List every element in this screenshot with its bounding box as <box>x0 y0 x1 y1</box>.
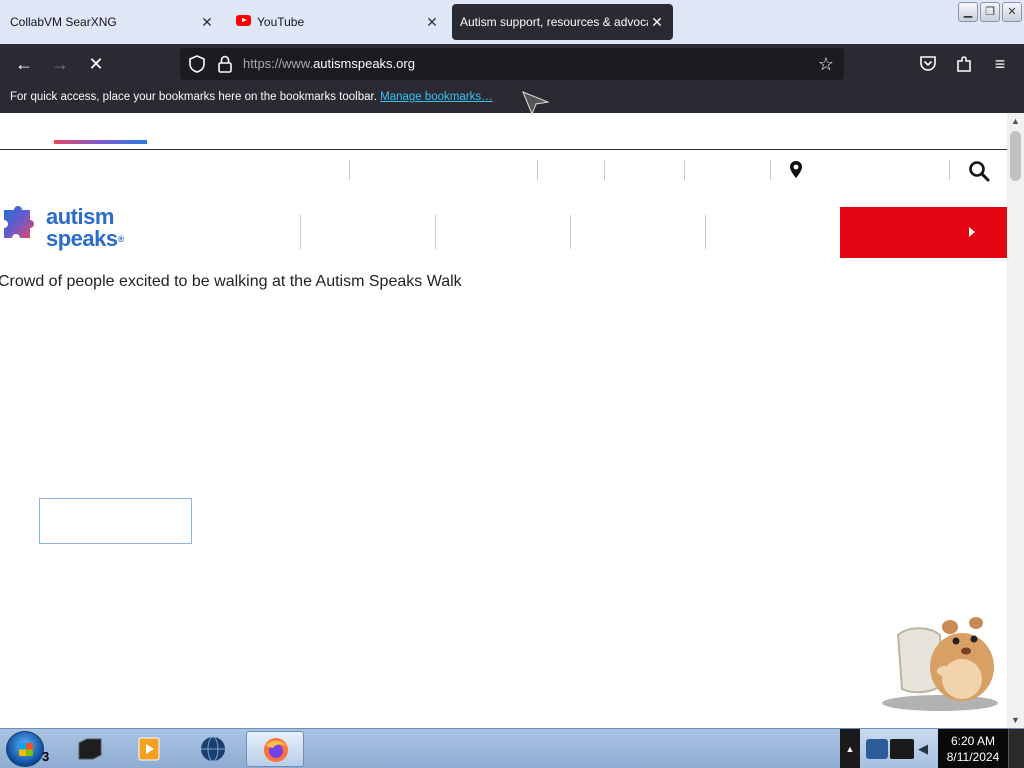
menu-hamburger-icon[interactable]: ≡ <box>988 52 1012 76</box>
header-divider <box>0 149 1007 150</box>
utility-nav-separator <box>537 160 538 180</box>
show-hidden-icons-button[interactable]: ▲ <box>840 729 860 768</box>
utility-nav-separator <box>604 160 605 180</box>
close-icon[interactable]: ✕ <box>424 14 440 30</box>
logo-word-speaks: speaks® <box>46 228 124 250</box>
bookmarks-hint-text: For quick access, place your bookmarks h… <box>10 91 377 103</box>
search-icon[interactable] <box>968 160 990 182</box>
network-tray-icon[interactable] <box>866 739 888 759</box>
scroll-up-icon[interactable]: ▲ <box>1007 113 1024 129</box>
utility-nav-separator <box>770 160 771 180</box>
clock-date: 8/11/2024 <box>946 750 1000 764</box>
restore-icon[interactable]: ❐ <box>980 2 1000 22</box>
youtube-icon <box>236 15 251 26</box>
tab-title: YouTube <box>257 15 305 29</box>
shield-icon[interactable] <box>188 54 206 74</box>
window-controls: ▁ ❐ ✕ <box>958 2 1022 22</box>
clock-time: 6:20 AM <box>950 734 996 748</box>
minimize-icon[interactable]: ▁ <box>958 2 978 22</box>
start-button[interactable] <box>6 731 44 767</box>
forward-arrow-icon[interactable]: → <box>48 52 72 76</box>
volume-icon[interactable]: ◀ <box>918 741 930 757</box>
back-arrow-icon[interactable]: ← <box>12 52 36 76</box>
monitor-tray-icon[interactable] <box>890 739 914 759</box>
main-nav-separator <box>435 215 436 249</box>
hamster-mascot-icon <box>882 617 998 711</box>
close-icon[interactable]: ✕ <box>649 14 665 30</box>
globe-icon <box>201 736 225 762</box>
bookmark-star-icon[interactable]: ☆ <box>816 54 836 74</box>
show-desktop-button[interactable] <box>1008 729 1024 768</box>
stop-loading-icon[interactable]: ✕ <box>84 52 108 76</box>
firefox-icon <box>264 738 288 762</box>
pocket-icon[interactable] <box>918 55 938 73</box>
tab-strip: CollabVM SearXNG ✕ YouTube ✕ Autism supp… <box>0 0 1024 44</box>
extensions-icon[interactable] <box>955 55 973 73</box>
donate-button[interactable] <box>840 207 1007 258</box>
autism-speaks-logo[interactable]: autism speaks® <box>0 200 130 250</box>
taskbar-app-network[interactable] <box>184 731 242 767</box>
logo-word-autism: autism <box>46 204 114 229</box>
taskbar-app-firefox[interactable] <box>246 731 304 767</box>
main-nav-separator <box>705 215 706 249</box>
media-player-icon <box>138 737 160 761</box>
hero-image-alt-text: Crowd of people excited to be walking at… <box>0 273 462 290</box>
main-nav-separator <box>570 215 571 249</box>
close-icon[interactable]: ✕ <box>199 14 215 30</box>
address-bar[interactable]: https://www.autismspeaks.org ☆ <box>180 48 844 80</box>
taskbar-app-terminal[interactable] <box>60 731 118 767</box>
scroll-down-icon[interactable]: ▼ <box>1007 712 1024 728</box>
window-close-icon[interactable]: ✕ <box>1002 2 1022 22</box>
caret-right-icon <box>969 227 975 237</box>
system-clock[interactable]: 6:20 AM 8/11/2024 <box>938 729 1008 768</box>
location-pin-icon[interactable] <box>788 160 804 180</box>
tab-youtube[interactable]: YouTube ✕ <box>228 0 448 44</box>
start-badge: 3 <box>42 749 50 764</box>
terminal-icon <box>78 738 102 760</box>
registered-mark: ® <box>117 234 125 244</box>
puzzle-piece-logo-icon <box>4 206 34 238</box>
tab-title: CollabVM SearXNG <box>10 15 117 29</box>
navigation-toolbar: ← → ✕ https://www.autismspeaks.org ☆ ≡ <box>0 44 1024 84</box>
page-scrollbar[interactable]: ▲ ▼ <box>1007 113 1024 728</box>
tab-searxng[interactable]: CollabVM SearXNG ✕ <box>0 0 224 44</box>
url-prefix: https://www. <box>243 56 314 71</box>
mouse-cursor-icon <box>522 91 550 116</box>
url-domain: autismspeaks.org <box>313 56 415 71</box>
windows-taskbar: 3 ▲ ◀ 6:20 AM 8/11/2024 <box>0 728 1024 768</box>
logo-word-text: speaks <box>46 226 118 251</box>
tab-title: Autism support, resources & advocacy <box>460 15 648 29</box>
scrollbar-thumb[interactable] <box>1010 131 1021 181</box>
page-viewport: autism speaks® Crowd of people excited t… <box>0 113 1007 728</box>
system-tray: ◀ <box>860 729 938 768</box>
taskbar-app-media-player[interactable] <box>120 731 178 767</box>
url-text[interactable]: https://www.autismspeaks.org <box>243 56 415 71</box>
lock-icon[interactable] <box>216 54 234 74</box>
tab-autism-speaks[interactable]: Autism support, resources & advocacy ✕ <box>452 4 673 40</box>
utility-nav-separator <box>949 160 950 180</box>
utility-nav-separator <box>684 160 685 180</box>
focused-input-box[interactable] <box>39 498 192 544</box>
manage-bookmarks-link[interactable]: Manage bookmarks… <box>380 91 493 103</box>
header-accent-line <box>54 140 147 144</box>
main-nav-separator <box>300 215 301 249</box>
utility-nav-separator <box>349 160 350 180</box>
bookmarks-toolbar: For quick access, place your bookmarks h… <box>0 84 1024 113</box>
